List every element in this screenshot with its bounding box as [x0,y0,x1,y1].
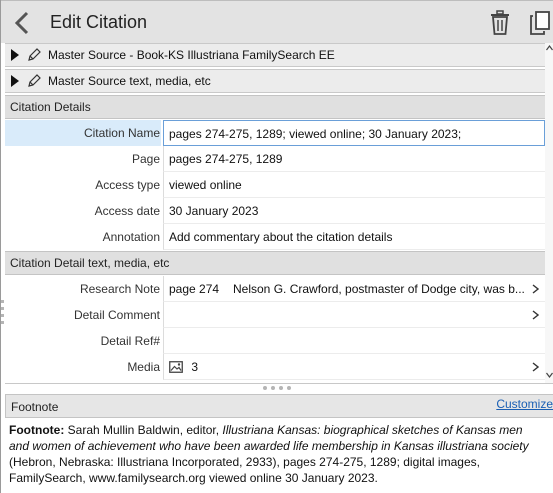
detail-ref-label: Detail Ref# [100,334,160,348]
edit-citation-window: Edit Citation Master Source - Book-KS Il… [0,0,553,493]
access-type-label: Access type [95,178,160,192]
detail-comment-value[interactable] [163,302,545,328]
research-note-label: Research Note [79,282,160,296]
annotation-input[interactable]: Add commentary about the citation detail… [163,224,545,250]
media-label: Media [127,360,160,374]
page-label: Page [131,152,160,166]
vertical-scrollbar[interactable] [545,43,553,383]
header-bar: Edit Citation [1,0,553,43]
access-date-row: Access date 30 January 2023 [5,198,545,224]
media-count: 3 [191,360,199,374]
detail-ref-input[interactable] [163,328,545,354]
master-source-label: Master Source - Book-KS Illustriana Fami… [48,48,335,62]
access-date-input[interactable]: 30 January 2023 [163,198,545,224]
citation-name-label: Citation Name [5,120,161,146]
master-source-media-row[interactable]: Master Source text, media, etc [5,69,545,93]
panel-divider [5,383,553,384]
citation-detail-text-heading: Citation Detail text, media, etc [5,251,545,275]
chevron-right-icon [532,284,539,294]
access-type-row: Access type viewed online [5,172,545,198]
footnote-text: Footnote: Sarah Mullin Baldwin, editor, … [9,422,545,486]
research-note-page: page 274 [169,282,220,296]
page-title: Edit Citation [50,12,148,32]
master-source-media-label: Master Source text, media, etc [48,74,211,88]
copy-button[interactable] [528,10,552,36]
copy-icon [530,11,550,35]
media-value[interactable]: 3 [163,354,545,380]
back-arrow-icon [14,11,29,35]
research-note-text: Nelson G. Crawford, postmaster of Dodge … [233,282,525,296]
access-date-label: Access date [94,204,160,218]
annotation-row: Annotation Add commentary about the cita… [5,224,545,250]
master-source-row[interactable]: Master Source - Book-KS Illustriana Fami… [5,43,545,67]
splitter-grip[interactable] [263,386,291,390]
research-note-value[interactable]: page 274 Nelson G. Crawford, postmaster o… [163,276,545,302]
footnote-prefix: Footnote: [9,423,65,437]
access-type-input[interactable]: viewed online [163,172,545,198]
page-row: Page pages 274-275, 1289 [5,146,545,172]
pen-icon [28,48,41,61]
footnote-part2: (Hebron, Nebraska: Illustriana Incorpora… [9,455,480,485]
chevron-right-icon [532,310,539,320]
customize-link[interactable]: Customize [496,397,553,411]
trash-icon [491,10,509,35]
scroll-up-arrow-icon[interactable] [546,45,553,51]
research-note-row[interactable]: Research Note page 274 Nelson G. Crawford… [5,276,545,302]
footnote-heading: Footnote [11,400,59,414]
back-button[interactable] [12,10,34,36]
left-splitter-grip[interactable] [1,300,4,324]
detail-ref-row: Detail Ref# [5,328,545,354]
expand-triangle-icon [11,49,19,61]
image-icon [169,361,183,373]
citation-name-input[interactable]: pages 274-275, 1289; viewed online; 30 J… [163,120,545,146]
expand-triangle-icon [11,75,19,87]
delete-button[interactable] [488,10,512,36]
footnote-header: Footnote Customize [5,394,553,418]
citation-details-heading: Citation Details [5,95,545,119]
media-row[interactable]: Media 3 [5,354,545,380]
detail-comment-row[interactable]: Detail Comment [5,302,545,328]
annotation-label: Annotation [102,230,160,244]
chevron-right-icon [532,362,539,372]
detail-comment-label: Detail Comment [73,308,160,322]
pen-icon [28,74,41,87]
page-input[interactable]: pages 274-275, 1289 [163,146,545,172]
footnote-part1: Sarah Mullin Baldwin, editor, [64,423,223,437]
scroll-down-arrow-icon[interactable] [546,372,553,378]
citation-name-row: Citation Name pages 274-275, 1289; viewe… [5,120,545,146]
